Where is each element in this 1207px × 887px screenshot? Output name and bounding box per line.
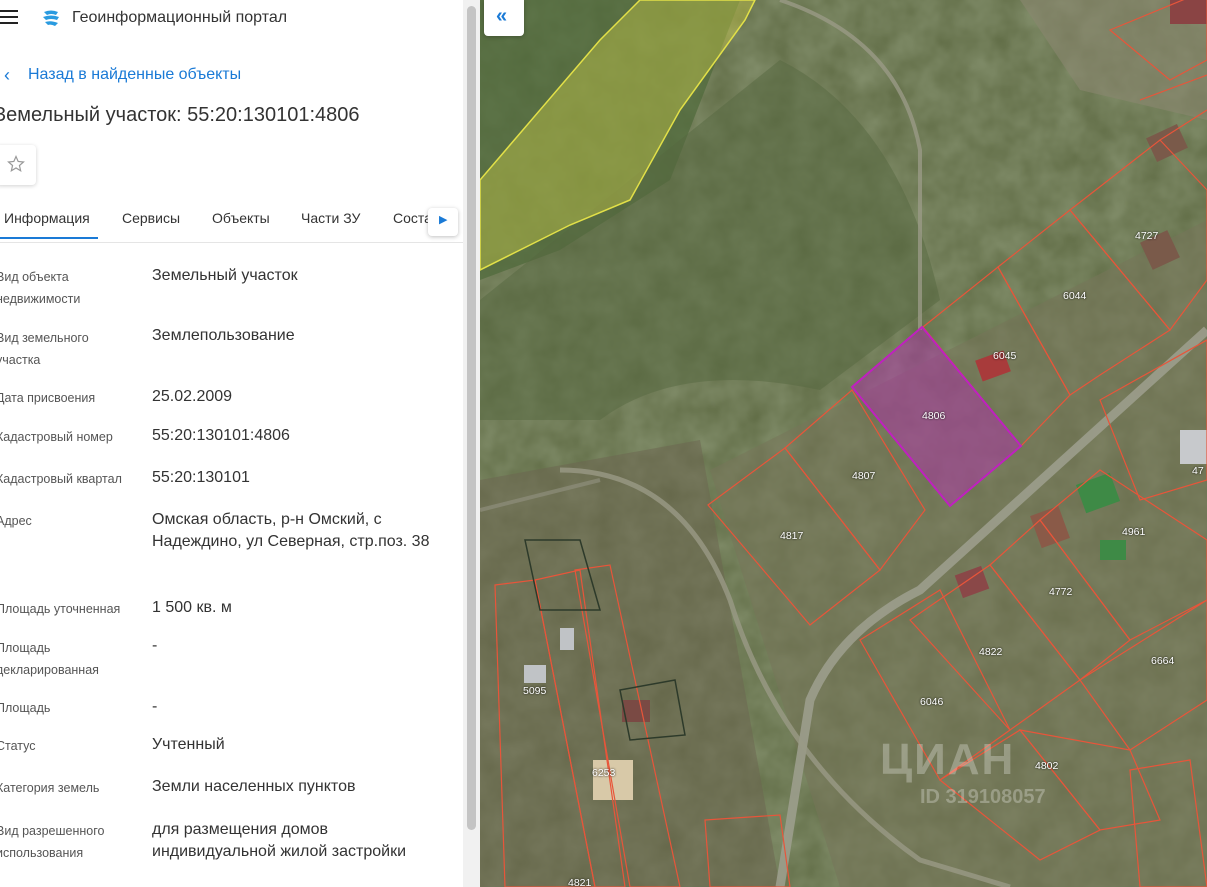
star-icon <box>7 155 25 172</box>
page-title: Земельный участок: 55:20:130101:4806 <box>0 104 360 126</box>
parcel-label: 4772 <box>1049 586 1073 598</box>
property-label: Категория земель <box>0 781 100 795</box>
info-panel: Геоинформационный портал ‹ Назад в найде… <box>0 0 463 887</box>
tabs-next-button[interactable]: ▶ <box>428 208 458 236</box>
tabs: Информация Сервисы Объекты Части ЗУ Сост… <box>0 200 463 243</box>
property-value: Омская область, р-н Омский, с Надеждино,… <box>152 511 430 550</box>
parcel-label: 47 <box>1192 465 1204 477</box>
property-label: Вид разрешенного использования <box>0 824 105 860</box>
property-label: Вид земельного участка <box>0 331 89 367</box>
property-value: 1 500 кв. м <box>152 599 232 616</box>
menu-icon[interactable] <box>0 10 18 26</box>
parcel-label: 4817 <box>780 530 804 542</box>
property-label: Кадастровый квартал <box>0 472 122 486</box>
property-label: Дата присвоения <box>0 391 96 405</box>
parcel-label: 4822 <box>979 646 1003 658</box>
top-bar: Геоинформационный портал <box>0 0 463 36</box>
tab-information[interactable]: Информация <box>0 210 98 239</box>
property-label: Площадь <box>0 701 51 715</box>
property-label: Кадастровый номер <box>0 430 113 444</box>
panel-scrollbar[interactable] <box>463 0 480 887</box>
tab-composition[interactable]: Соста <box>393 210 432 226</box>
property-label: Вид объекта недвижимости <box>0 270 81 306</box>
property-label: Адрес <box>0 514 32 528</box>
parcel-label: 6253 <box>592 767 616 779</box>
property-label: Площадь декларированная <box>0 641 99 677</box>
parcel-label: 4727 <box>1135 230 1159 242</box>
parcel-label: 4821 <box>568 877 592 887</box>
tab-parts[interactable]: Части ЗУ <box>301 210 360 226</box>
chevron-left-icon: ‹ <box>4 65 10 85</box>
collapse-panel-button[interactable]: « <box>484 0 524 36</box>
property-value: Земельный участок <box>152 267 298 284</box>
parcel-label: 4807 <box>852 470 876 482</box>
property-value: 25.02.2009 <box>152 388 233 405</box>
portal-logo-icon <box>43 10 59 26</box>
parcel-label: 6046 <box>920 696 944 708</box>
selected-parcel-label[interactable]: 4806 <box>922 410 945 422</box>
caret-right-icon: ▶ <box>439 214 448 226</box>
tab-objects[interactable]: Объекты <box>212 210 270 226</box>
property-value: Учтенный <box>152 736 225 753</box>
property-value: Земли населенных пунктов <box>152 778 356 795</box>
app-title: Геоинформационный портал <box>72 9 288 26</box>
property-value: для размещения домов индивидуальной жило… <box>152 821 406 860</box>
property-value: 55:20:130101 <box>152 469 250 486</box>
property-value: Землепользование <box>152 327 295 344</box>
satellite-map[interactable] <box>480 0 1207 887</box>
double-chevron-left-icon: « <box>496 5 508 27</box>
tab-services[interactable]: Сервисы <box>122 210 180 226</box>
parcel-label: 6045 <box>993 350 1017 362</box>
watermark: ЦИАН <box>880 735 1016 784</box>
scrollbar-thumb[interactable] <box>467 6 476 830</box>
property-label: Статус <box>0 739 36 753</box>
property-value: - <box>152 698 158 715</box>
property-label: Площадь уточненная <box>0 602 121 616</box>
parcel-label: 4961 <box>1122 526 1146 538</box>
favorite-button[interactable] <box>0 145 36 185</box>
watermark-id: ID 319108057 <box>920 786 1046 808</box>
map-view[interactable]: 4727 6044 6045 4806 4807 4817 4961 4772 … <box>480 0 1207 887</box>
parcel-label: 4802 <box>1035 760 1059 772</box>
parcel-label: 6044 <box>1063 290 1087 302</box>
property-value: 55:20:130101:4806 <box>152 427 290 444</box>
parcel-label: 5095 <box>523 685 547 697</box>
parcel-label: 6664 <box>1151 655 1175 667</box>
property-value: - <box>152 637 158 654</box>
back-link-label: Назад в найденные объекты <box>28 66 242 83</box>
